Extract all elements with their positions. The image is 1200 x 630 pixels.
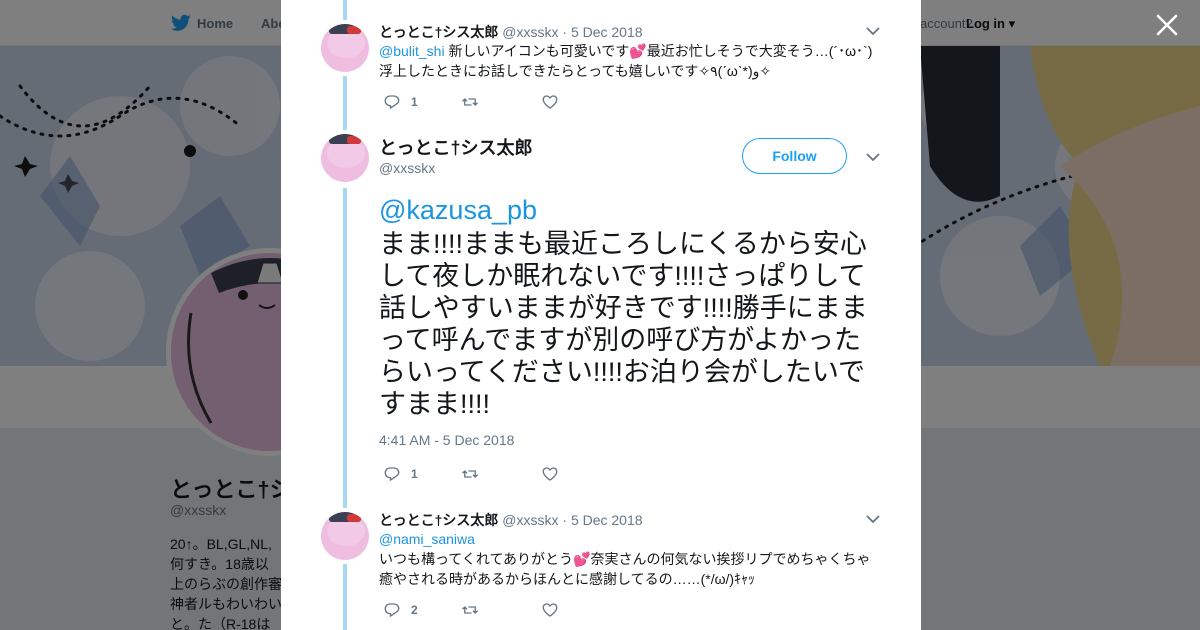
mention-link[interactable]: @kazusa_pb [379, 194, 537, 226]
retweet-button[interactable] [461, 92, 479, 112]
reply-button[interactable]: 2 [383, 600, 418, 620]
tweet-date[interactable]: 5 Dec 2018 [571, 512, 643, 528]
retweet-icon [462, 98, 478, 106]
like-button[interactable] [541, 92, 559, 112]
reply-count: 2 [411, 603, 418, 617]
chevron-down-icon[interactable] [866, 152, 880, 162]
heart-icon [542, 95, 558, 109]
tweet-timestamp[interactable]: 4:41 AM - 5 Dec 2018 [379, 432, 514, 448]
like-button[interactable] [541, 600, 559, 620]
tweet-text: @bulit_shi 新しいアイコンも可愛いです💕最近お忙しそうで大変そう…(´… [379, 43, 873, 79]
tweet-actions: 2 [383, 600, 583, 620]
author-name[interactable]: とっとこ†シス太郎 [379, 512, 498, 528]
reply-icon [384, 95, 400, 110]
tweet-actions: 1 [383, 92, 583, 112]
mention-link[interactable]: @nami_saniwa [379, 531, 475, 547]
mention-link[interactable]: @bulit_shi [379, 43, 445, 59]
close-icon[interactable] [1154, 12, 1180, 38]
thread-connector [343, 76, 347, 130]
author-handle[interactable]: @xxsskx [502, 512, 558, 528]
avatar[interactable] [321, 512, 369, 560]
tweet-text: まま!!!!ままも最近ころしにくるから安心して夜しか眠れないです!!!!さっぱり… [379, 229, 868, 419]
avatar[interactable] [321, 24, 369, 72]
retweet-button[interactable] [461, 600, 479, 620]
reply-count: 1 [411, 95, 418, 109]
tweet-actions: 1 [383, 464, 583, 484]
reply-count: 1 [411, 467, 418, 481]
chevron-down-icon[interactable] [866, 514, 880, 524]
chevron-down-icon[interactable] [866, 26, 880, 36]
heart-icon [542, 467, 558, 481]
retweet-icon [462, 470, 478, 478]
author-name[interactable]: とっとこ†シス太郎 [379, 134, 532, 160]
tweet-text: @nami_saniwa いつも構ってくれてありがとう💕奈実さんの何気ない挨拶リプ… [379, 531, 871, 587]
avatar[interactable] [321, 134, 369, 182]
header-separator: · [562, 512, 568, 528]
author-handle[interactable]: @xxsskx [379, 160, 435, 176]
author-handle[interactable]: @xxsskx [502, 24, 558, 40]
thread-connector [343, 188, 347, 508]
tweet-header: とっとこ†シス太郎 @xxsskx · 5 Dec 2018 [379, 22, 643, 42]
tweet-permalink-modal: とっとこ†シス太郎 @xxsskx · 5 Dec 2018 @bulit_sh… [281, 0, 921, 630]
retweet-button[interactable] [461, 464, 479, 484]
heart-icon [542, 603, 558, 617]
thread-connector [343, 564, 347, 630]
tweet-header: とっとこ†シス太郎 @xxsskx · 5 Dec 2018 [379, 510, 643, 530]
follow-button[interactable]: Follow [742, 138, 847, 174]
like-button[interactable] [541, 464, 559, 484]
retweet-icon [462, 606, 478, 614]
reply-button[interactable]: 1 [383, 92, 418, 112]
header-separator: · [562, 24, 568, 40]
tweet-date[interactable]: 5 Dec 2018 [571, 24, 643, 40]
reply-icon [384, 603, 400, 618]
reply-icon [384, 467, 400, 482]
thread-connector [343, 0, 347, 20]
reply-button[interactable]: 1 [383, 464, 418, 484]
author-name[interactable]: とっとこ†シス太郎 [379, 24, 498, 40]
